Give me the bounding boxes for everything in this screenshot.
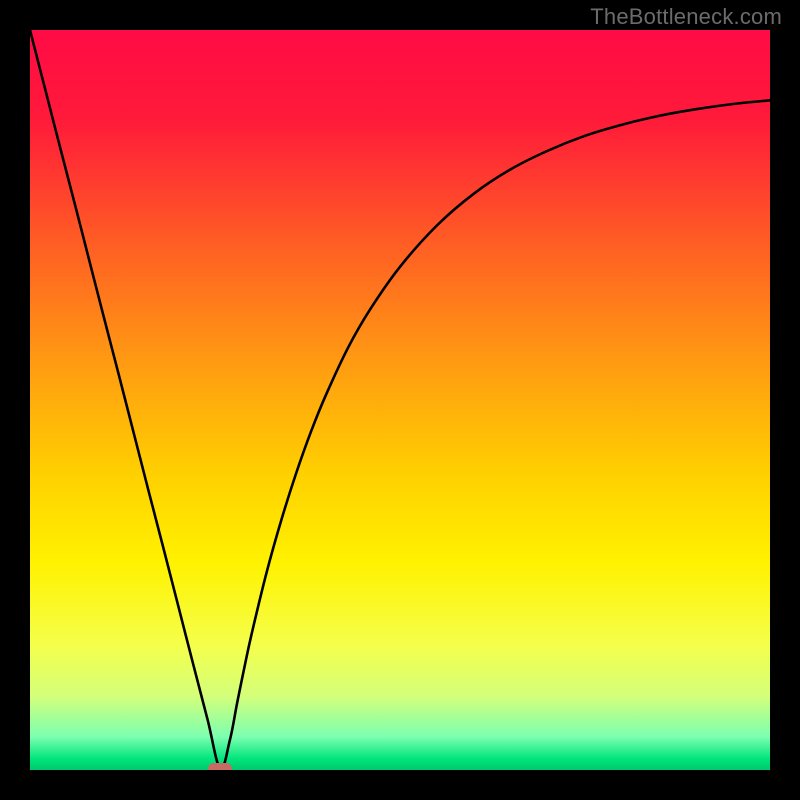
watermark-text: TheBottleneck.com [590,4,782,30]
bottleneck-curve [30,30,770,769]
minimum-marker [208,763,232,770]
chart-frame: TheBottleneck.com [0,0,800,800]
curve-layer [30,30,770,770]
plot-area [30,30,770,770]
